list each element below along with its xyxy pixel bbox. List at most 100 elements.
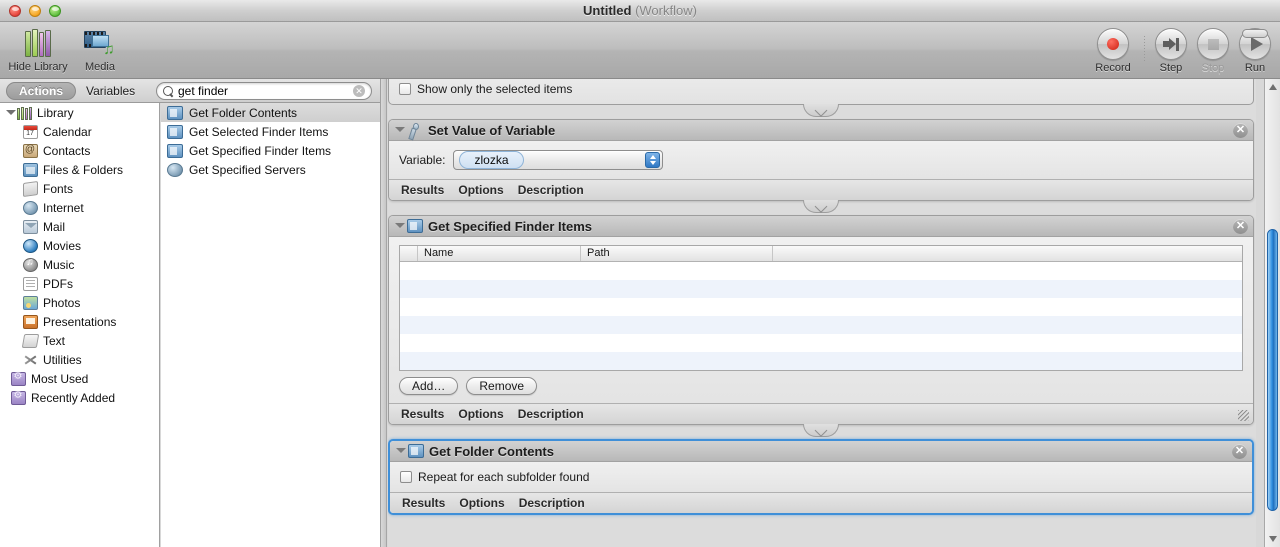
tab-description[interactable]: Description — [518, 183, 584, 197]
sidebar-item-movies[interactable]: Movies — [0, 236, 159, 255]
workflow-action-set-value-of-variable[interactable]: Set Value of Variable ✕ Variable: zlozka — [388, 119, 1254, 201]
window-title: Untitled (Workflow) — [0, 3, 1280, 18]
workflow-action-get-specified-finder-items[interactable]: Get Specified Finder Items ✕ Name Path A… — [388, 215, 1254, 425]
scroll-down-arrow-icon[interactable] — [1265, 531, 1280, 547]
action-connector — [388, 200, 1254, 215]
pane-splitter[interactable] — [380, 79, 387, 547]
sidebar-item-fonts[interactable]: Fonts — [0, 179, 159, 198]
action-list-item[interactable]: Get Specified Finder Items — [161, 141, 380, 160]
sidebar-item-recently-added[interactable]: Recently Added — [0, 388, 159, 407]
sidebar-item-mail[interactable]: Mail — [0, 217, 159, 236]
window-title-suffix: (Workflow) — [635, 3, 697, 18]
sidebar-item-music[interactable]: Music — [0, 255, 159, 274]
variable-popup-button[interactable]: zlozka — [453, 150, 664, 170]
sidebar-item-text[interactable]: Text — [0, 331, 159, 350]
show-only-selected-checkbox[interactable] — [399, 83, 411, 95]
show-only-selected-checkbox-row[interactable]: Show only the selected items — [399, 82, 1243, 96]
clear-search-icon[interactable]: ✕ — [353, 85, 365, 97]
action-list-item[interactable]: Get Folder Contents — [161, 103, 380, 122]
action-list-item[interactable]: Get Specified Servers — [161, 160, 380, 179]
workflow-vertical-scrollbar[interactable] — [1264, 79, 1280, 547]
tab-actions[interactable]: Actions — [6, 82, 77, 100]
workflow-canvas[interactable]: Show only the selected items Set Value o… — [388, 79, 1256, 547]
table-row[interactable] — [400, 280, 1242, 298]
library-sidebar[interactable]: Library Calendar Contacts Files & Folders F… — [0, 103, 160, 547]
disclosure-triangle-icon[interactable] — [6, 108, 16, 117]
table-row[interactable] — [400, 262, 1242, 280]
automator-window: Untitled (Workflow) Hide Library ♫ Media… — [0, 0, 1280, 547]
tab-results[interactable]: Results — [401, 407, 444, 421]
table-row[interactable] — [400, 298, 1242, 316]
remove-action-button[interactable]: ✕ — [1233, 219, 1248, 234]
mail-icon — [22, 219, 38, 235]
table-row[interactable] — [400, 352, 1242, 370]
tab-results[interactable]: Results — [402, 496, 445, 510]
table-header-name[interactable]: Name — [418, 246, 581, 261]
library-filter-bar: Actions Variables ✕ — [0, 79, 380, 103]
media-button[interactable]: ♫ Media — [68, 26, 132, 73]
finder-action-icon — [167, 105, 183, 120]
variable-icon — [407, 123, 423, 137]
repeat-subfolder-checkbox[interactable] — [400, 471, 412, 483]
movies-icon — [22, 238, 38, 254]
search-field[interactable]: ✕ — [156, 82, 372, 100]
show-only-selected-label: Show only the selected items — [417, 82, 573, 96]
sidebar-item-utilities[interactable]: Utilities — [0, 350, 159, 369]
stepper-arrows-icon[interactable] — [645, 152, 661, 168]
action-list-item[interactable]: Get Selected Finder Items — [161, 122, 380, 141]
tab-description[interactable]: Description — [519, 496, 585, 510]
remove-action-button[interactable]: ✕ — [1232, 444, 1247, 459]
tab-options[interactable]: Options — [459, 496, 504, 510]
workflow-action-clipped[interactable]: Show only the selected items — [388, 79, 1254, 105]
table-header-path[interactable]: Path — [581, 246, 773, 261]
action-header[interactable]: Get Folder Contents ✕ — [390, 441, 1252, 462]
action-header[interactable]: Set Value of Variable ✕ — [389, 120, 1253, 141]
tab-options[interactable]: Options — [458, 407, 503, 421]
action-header[interactable]: Get Specified Finder Items ✕ — [389, 216, 1253, 237]
workflow-action-get-folder-contents[interactable]: Get Folder Contents ✕ Repeat for each su… — [388, 439, 1254, 515]
remove-action-button[interactable]: ✕ — [1233, 123, 1248, 138]
action-body: Variable: zlozka — [389, 141, 1253, 179]
toolbar: Hide Library ♫ Media Record Step Stop Ru… — [0, 22, 1280, 79]
tab-options[interactable]: Options — [458, 183, 503, 197]
scroll-up-arrow-icon[interactable] — [1265, 79, 1280, 95]
action-list-item-label: Get Specified Finder Items — [189, 143, 332, 158]
repeat-subfolder-label: Repeat for each subfolder found — [418, 470, 590, 484]
table-body[interactable] — [400, 262, 1242, 370]
search-input[interactable] — [178, 84, 353, 98]
action-footer: Results Options Description — [389, 403, 1253, 424]
hide-library-label: Hide Library — [8, 61, 68, 73]
remove-button[interactable]: Remove — [466, 377, 538, 395]
sidebar-item-contacts[interactable]: Contacts — [0, 141, 159, 160]
variable-token: zlozka — [459, 151, 524, 169]
finder-items-table[interactable]: Name Path — [399, 245, 1243, 371]
sidebar-item-calendar[interactable]: Calendar — [0, 122, 159, 141]
table-row[interactable] — [400, 316, 1242, 334]
sidebar-item-files-folders[interactable]: Files & Folders — [0, 160, 159, 179]
sidebar-item-most-used[interactable]: Most Used — [0, 369, 159, 388]
resize-grip-icon[interactable] — [1238, 410, 1249, 421]
tab-results[interactable]: Results — [401, 183, 444, 197]
sidebar-item-label: Internet — [43, 200, 84, 215]
hide-library-button[interactable]: Hide Library — [6, 26, 70, 73]
tab-variables[interactable]: Variables — [76, 82, 145, 100]
internet-icon — [22, 200, 38, 216]
scrollbar-thumb[interactable] — [1267, 229, 1278, 511]
record-button[interactable]: Record — [1082, 28, 1144, 74]
toolbar-toggle-button[interactable] — [1242, 29, 1268, 38]
actions-variables-segmented-control: Actions Variables — [6, 82, 145, 100]
finder-action-icon — [167, 143, 183, 158]
presentations-icon — [22, 314, 38, 330]
sidebar-item-photos[interactable]: Photos — [0, 293, 159, 312]
tab-description[interactable]: Description — [518, 407, 584, 421]
sidebar-item-presentations[interactable]: Presentations — [0, 312, 159, 331]
action-results-list[interactable]: Get Folder Contents Get Selected Finder I… — [161, 103, 380, 547]
sidebar-item-internet[interactable]: Internet — [0, 198, 159, 217]
add-button[interactable]: Add… — [399, 377, 459, 395]
table-row[interactable] — [400, 334, 1242, 352]
repeat-subfolder-checkbox-row[interactable]: Repeat for each subfolder found — [400, 470, 1242, 484]
sidebar-item-pdfs[interactable]: PDFs — [0, 274, 159, 293]
sidebar-item-label: Presentations — [43, 314, 117, 329]
sidebar-item-library[interactable]: Library — [0, 103, 159, 122]
action-footer: Results Options Description — [390, 492, 1252, 513]
